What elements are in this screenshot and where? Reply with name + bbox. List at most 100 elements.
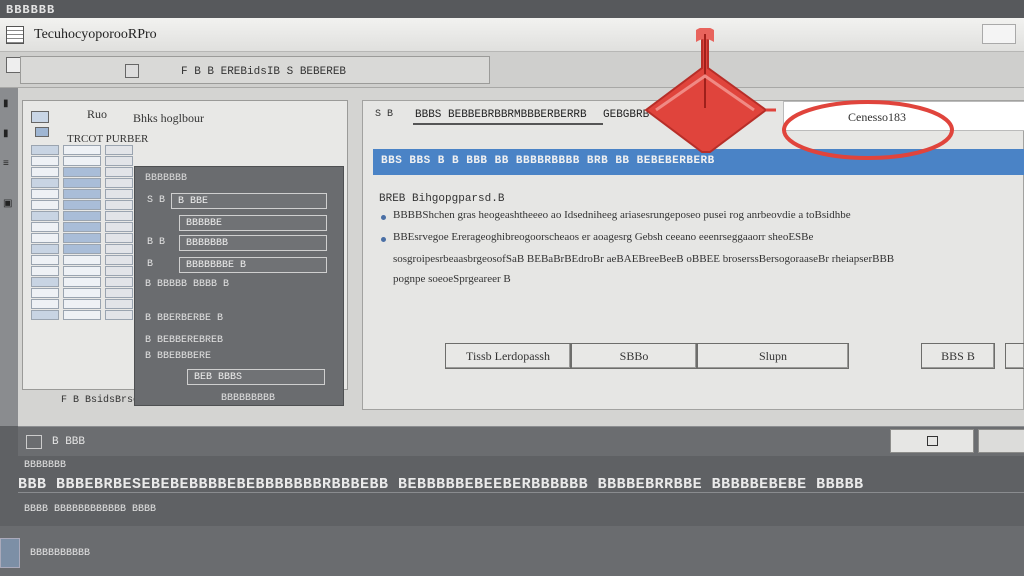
list-item[interactable]	[31, 200, 135, 211]
bottom-divider	[18, 492, 1024, 493]
list-item[interactable]	[31, 156, 135, 167]
form-field-value: BEB BBBS	[194, 372, 243, 383]
gutter-icon[interactable]: ▮	[3, 128, 15, 140]
list-item[interactable]	[31, 178, 135, 189]
chart-icon[interactable]	[26, 435, 42, 449]
form-field-value: BBBBBBB	[186, 238, 229, 249]
title-bar: TecuhocyoporooRPro	[0, 18, 1024, 52]
list-cell	[31, 178, 59, 188]
form-title: BBBBBBB	[145, 173, 188, 184]
list-item[interactable]	[31, 299, 135, 310]
dialog-bullet: sosgroipesrbeaasbrgeosofSaB BEBaBrBEdroB…	[393, 253, 895, 265]
list-cell	[63, 244, 101, 254]
form-label: S B	[147, 195, 166, 206]
list-cell	[105, 156, 133, 166]
list-cell	[63, 255, 101, 265]
gutter-icon[interactable]: ≡	[3, 158, 15, 170]
list-cell	[31, 288, 59, 298]
app-window: TecuhocyoporooRPro F B B EREBidsIB S BEB…	[0, 18, 1024, 426]
form-label: B	[147, 259, 154, 270]
form-field[interactable]: B BBE	[171, 193, 327, 209]
list-cell	[105, 288, 133, 298]
bottom-toolbar: B BBB	[18, 426, 1024, 456]
folder-icon[interactable]	[35, 127, 49, 137]
list-cell	[105, 277, 133, 287]
dialog-bullet: BBBBShchen gras heogeashtheeeo ao Idsedn…	[393, 209, 851, 221]
list-cell	[31, 255, 59, 265]
list-cell	[105, 266, 133, 276]
list-cell	[63, 233, 101, 243]
list-cell	[31, 266, 59, 276]
list-cell	[31, 277, 59, 287]
folder-icon[interactable]	[31, 111, 49, 123]
image-icon[interactable]	[125, 64, 139, 78]
window-title: TecuhocyoporooRPro	[34, 27, 157, 43]
list-cell	[63, 167, 101, 177]
bottom-line: BBBB BBBBBBBBBBBB BBBB	[24, 504, 157, 515]
list-cell	[31, 233, 59, 243]
os-strip-text: BBBBBB	[6, 3, 56, 17]
list-item[interactable]	[31, 244, 135, 255]
form-field[interactable]: BBBBBBB	[179, 235, 327, 251]
list-cell	[31, 189, 59, 199]
dialog-button[interactable]: Slupn	[697, 343, 849, 369]
side-tab-icon[interactable]	[0, 538, 20, 568]
bullet-icon	[381, 215, 386, 220]
list-item[interactable]	[31, 310, 135, 321]
list-item[interactable]	[31, 189, 135, 200]
list-cell	[105, 189, 133, 199]
list-item[interactable]	[31, 222, 135, 233]
list-item[interactable]	[31, 167, 135, 178]
form-field-value: B BBE	[178, 196, 209, 207]
os-top-strip: BBBBBB	[0, 0, 1024, 18]
list-item[interactable]	[31, 266, 135, 277]
list-cell	[63, 211, 101, 221]
list-cell	[31, 200, 59, 210]
dialog-button-edge[interactable]	[1005, 343, 1024, 369]
list-item[interactable]	[31, 211, 135, 222]
list-item[interactable]	[31, 145, 135, 156]
left-panel-tab[interactable]: Ruo	[87, 107, 107, 122]
list-item[interactable]	[31, 288, 135, 299]
list-item[interactable]	[31, 255, 135, 266]
gutter-icon[interactable]: ▮	[3, 98, 15, 110]
form-field[interactable]: BBBBBBBE B	[179, 257, 327, 273]
list-cell	[105, 255, 133, 265]
dialog-button[interactable]: BBS B	[921, 343, 995, 369]
window-icon	[927, 436, 938, 446]
form-field-value: BBBBBBBE B	[186, 260, 247, 271]
list-cell	[105, 211, 133, 221]
form-field[interactable]: BBBBBE	[179, 215, 327, 231]
dialog-button[interactable]: SBBo	[571, 343, 697, 369]
bottom-lower-panel	[0, 526, 1024, 576]
window-title-suffix: RPro	[127, 27, 157, 42]
bottom-window-button[interactable]	[890, 429, 974, 453]
window-control-button[interactable]	[982, 24, 1016, 44]
red-circle-annotation	[782, 100, 954, 160]
list-cell	[105, 299, 133, 309]
list-cell	[31, 244, 59, 254]
bottom-title: B BBB	[52, 436, 86, 448]
list-item[interactable]	[31, 277, 135, 288]
bottom-panel: B BBB BBBBBBB BBB BBBEBRBESEBEBEBBBBEBEB…	[0, 426, 1024, 576]
form-field[interactable]: BEB BBBS	[187, 369, 325, 385]
list-item[interactable]	[31, 233, 135, 244]
list-cell	[31, 310, 59, 320]
form-label: B B	[147, 237, 166, 248]
bottom-line: BBBBBBB	[24, 460, 67, 471]
left-gutter: ▮ ▮ ≡ ▣	[0, 88, 18, 426]
list-cell	[105, 145, 133, 155]
gutter-icon[interactable]: ▣	[3, 198, 15, 210]
bottom-side-button[interactable]	[978, 429, 1024, 453]
file-list	[31, 145, 135, 345]
list-cell	[31, 222, 59, 232]
toolbar-field[interactable]: F B B EREBidsIB S BEBEREB	[20, 56, 490, 84]
list-cell	[31, 211, 59, 221]
list-cell	[105, 233, 133, 243]
form-panel: BBBBBBB S BB BBE BBBBBE B B BBBBBBB B BBBBBBB…	[134, 166, 344, 406]
form-label: BBBBBBBBB	[221, 393, 276, 404]
app-icon	[6, 26, 24, 44]
bottom-main-row: BBB BBBEBRBESEBEBEBBBBEBEBBBBBBBRBBBEBB …	[18, 476, 864, 493]
dialog-crumb: S B	[375, 109, 394, 120]
dialog-button-primary[interactable]: Tissb Lerdopassh	[445, 343, 571, 369]
